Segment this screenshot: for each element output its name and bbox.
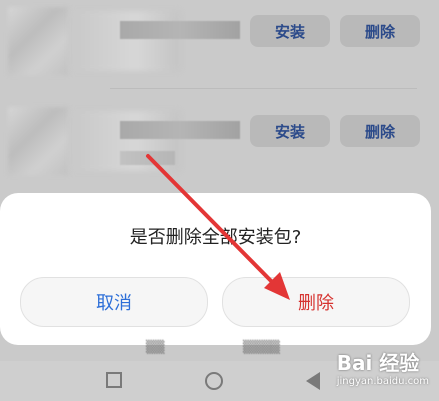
square-icon[interactable] [106,372,122,388]
blurred-app-meta [120,151,175,165]
cancel-button[interactable]: 取消 [20,277,208,327]
watermark-url: jingyan.baidu.com [336,376,429,387]
blurred-app-icon [8,107,68,175]
watermark-brand: Bai 经验 [336,351,420,375]
confirm-delete-button[interactable]: 删除 [222,277,410,327]
dialog-title: 是否删除全部安装包? [129,227,302,248]
blurred-app-name [120,21,240,39]
blurred-app-name [120,121,240,139]
back-triangle-icon[interactable] [306,372,320,390]
app-row: 安装 删除 [0,0,439,89]
baidu-jingyan-watermark: Bai 经验 jingyan.baidu.com [337,347,429,387]
row-divider [110,88,417,89]
delete-button[interactable]: 删除 [340,115,420,147]
install-button[interactable]: 安装 [250,15,330,47]
install-button[interactable]: 安装 [250,115,330,147]
blurred-toolbar-text: ▒▒ [146,340,165,354]
blurred-area [70,11,180,71]
blurred-toolbar-text: ▒▒▒▒ [243,340,280,354]
home-circle-icon[interactable] [205,372,223,390]
blurred-app-icon [8,7,68,75]
delete-button[interactable]: 删除 [340,15,420,47]
confirm-dialog: 是否删除全部安装包? 取消 删除 [0,193,431,345]
app-row: 安装 删除 [0,99,439,189]
